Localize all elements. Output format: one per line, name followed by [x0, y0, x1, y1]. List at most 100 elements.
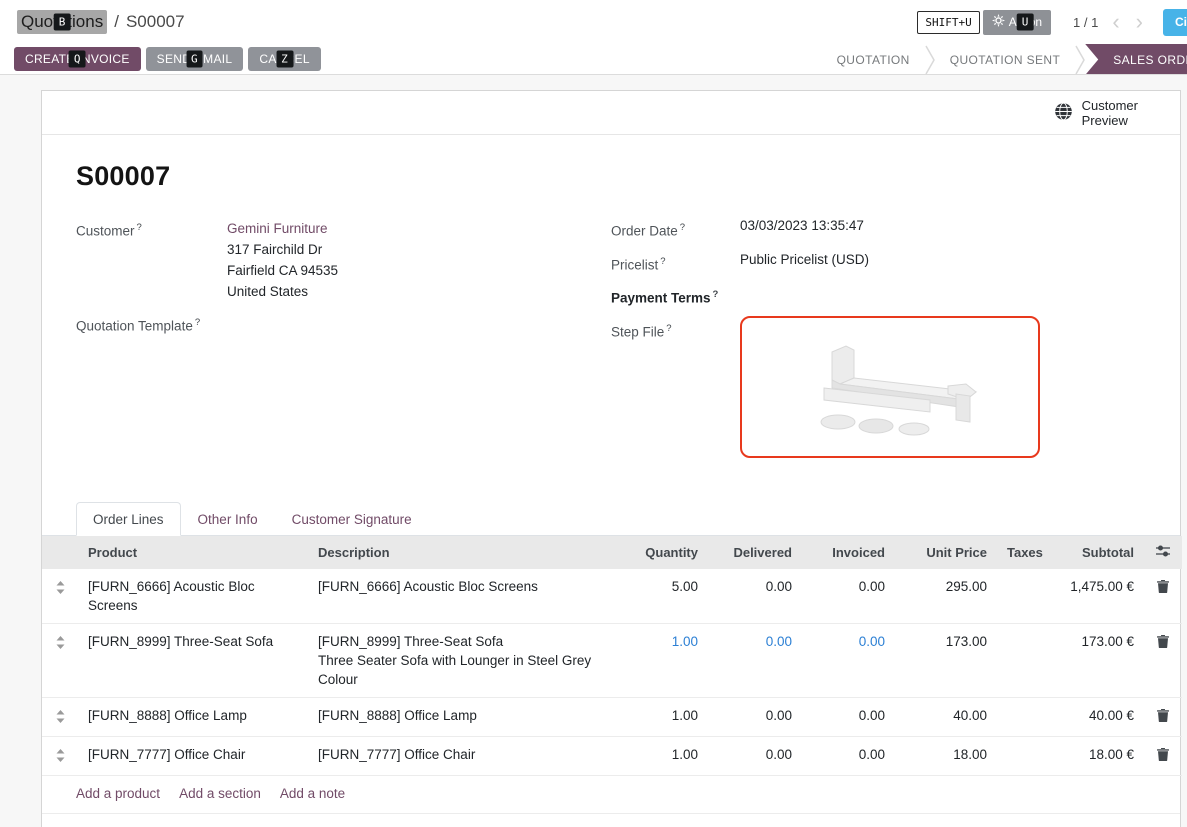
tab-order-lines[interactable]: Order Lines [76, 502, 181, 536]
form-view-container: Customer Preview S00007 Customer? Gemini… [0, 75, 1187, 827]
breadcrumb: Quotations B / S00007 [17, 10, 185, 34]
stage-sales-order[interactable]: SALES ORDER [1085, 44, 1187, 75]
pager-next-button[interactable]: › [1134, 11, 1145, 33]
subtotal-cell: 40.00 € [1039, 697, 1144, 736]
invoiced-cell[interactable]: 0.00 [802, 736, 895, 775]
column-header-unit-price[interactable]: Unit Price [895, 536, 997, 569]
delete-line-button[interactable] [1144, 569, 1182, 624]
chevron-separator-icon [1075, 44, 1085, 75]
field-groups: Customer? Gemini Furniture 317 Fairchild… [76, 218, 1146, 469]
delete-line-button[interactable] [1144, 697, 1182, 736]
column-header-quantity[interactable]: Quantity [618, 536, 708, 569]
description-cell[interactable]: [FURN_6666] Acoustic Bloc Screens [308, 569, 618, 624]
sales-order-sheet: Customer Preview S00007 Customer? Gemini… [41, 90, 1181, 827]
column-header-taxes[interactable]: Taxes [997, 536, 1039, 569]
delivered-cell[interactable]: 0.00 [708, 736, 802, 775]
order-line-row: [FURN_8999] Three-Seat Sofa [FURN_8999] … [42, 623, 1182, 697]
cancel-button[interactable]: CANCEL Z [248, 47, 320, 71]
subtotal-cell: 1,475.00 € [1039, 569, 1144, 624]
address-line: United States [227, 281, 338, 302]
add-a-product-link[interactable]: Add a product [76, 786, 160, 801]
pricelist-value[interactable]: Public Pricelist (USD) [740, 252, 869, 275]
column-header-subtotal[interactable]: Subtotal [1039, 536, 1144, 569]
customer-field: Customer? Gemini Furniture 317 Fairchild… [76, 218, 611, 302]
stage-quotation-sent[interactable]: QUOTATION SENT [935, 44, 1076, 75]
column-header-delivered[interactable]: Delivered [708, 536, 802, 569]
top-navigation-bar: Quotations B / S00007 SHIFT+U Action U 1… [0, 0, 1187, 44]
unit-price-cell[interactable]: 18.00 [895, 736, 997, 775]
trash-icon [1157, 635, 1169, 648]
delete-line-button[interactable] [1144, 623, 1182, 697]
address-line: Fairfield CA 94535 [227, 260, 338, 281]
customer-preview-button[interactable]: Customer Preview [1054, 98, 1138, 128]
delete-line-button[interactable] [1144, 736, 1182, 775]
action-menu-button[interactable]: Action U [983, 10, 1051, 35]
invoiced-cell[interactable]: 0.00 [802, 623, 895, 697]
order-date-value[interactable]: 03/03/2023 13:35:47 [740, 218, 864, 241]
taxes-cell[interactable] [997, 697, 1039, 736]
invoiced-cell[interactable]: 0.00 [802, 569, 895, 624]
taxes-cell[interactable] [997, 736, 1039, 775]
delivered-cell[interactable]: 0.00 [708, 623, 802, 697]
product-cell[interactable]: [FURN_6666] Acoustic Bloc Screens [78, 569, 308, 624]
product-cell[interactable]: [FURN_7777] Office Chair [78, 736, 308, 775]
column-header-handle [42, 536, 78, 569]
taxes-cell[interactable] [997, 569, 1039, 624]
delivered-cell[interactable]: 0.00 [708, 697, 802, 736]
order-date-field: Order Date? 03/03/2023 13:35:47 [611, 218, 1146, 241]
step-file-preview[interactable] [740, 316, 1040, 458]
stage-quotation[interactable]: QUOTATION [822, 44, 925, 75]
order-line-row: [FURN_8888] Office Lamp [FURN_8888] Offi… [42, 697, 1182, 736]
add-a-section-link[interactable]: Add a section [179, 786, 261, 801]
add-a-note-link[interactable]: Add a note [280, 786, 345, 801]
drag-handle[interactable] [42, 569, 78, 624]
step-file-3d-object-image [780, 334, 1000, 439]
notebook-tabs: Order Lines Other Info Customer Signatur… [42, 502, 1180, 536]
gear-icon [992, 14, 1005, 30]
delivered-cell[interactable]: 0.00 [708, 569, 802, 624]
quantity-cell[interactable]: 5.00 [618, 569, 708, 624]
taxes-cell[interactable] [997, 623, 1039, 697]
quantity-cell[interactable]: 1.00 [618, 623, 708, 697]
description-cell[interactable]: [FURN_8999] Three-Seat SofaThree Seater … [308, 623, 618, 697]
product-cell[interactable]: [FURN_8888] Office Lamp [78, 697, 308, 736]
step-file-label: Step File? [611, 319, 740, 458]
subtotal-cell: 173.00 € [1039, 623, 1144, 697]
tab-customer-signature[interactable]: Customer Signature [275, 502, 429, 536]
unit-price-cell[interactable]: 295.00 [895, 569, 997, 624]
unit-price-cell[interactable]: 173.00 [895, 623, 997, 697]
column-sliders-icon [1156, 545, 1170, 557]
pager-previous-button[interactable]: ‹ [1110, 11, 1121, 33]
hotkey-badge-g: G [186, 51, 203, 68]
breadcrumb-quotations[interactable]: Quotations B [17, 10, 107, 34]
product-cell[interactable]: [FURN_8999] Three-Seat Sofa [78, 623, 308, 697]
drag-handle[interactable] [42, 697, 78, 736]
column-header-product[interactable]: Product [78, 536, 308, 569]
clipped-right-button[interactable]: Ci [1163, 9, 1187, 36]
column-header-description[interactable]: Description [308, 536, 618, 569]
customer-link[interactable]: Gemini Furniture [227, 221, 328, 236]
help-question-icon: ? [137, 222, 142, 233]
quantity-cell[interactable]: 1.00 [618, 736, 708, 775]
send-email-button[interactable]: SEND EMAIL G [146, 47, 244, 71]
drag-handle[interactable] [42, 623, 78, 697]
description-cell[interactable]: [FURN_7777] Office Chair [308, 736, 618, 775]
payment-terms-label: Payment Terms? [611, 285, 740, 308]
tab-other-info[interactable]: Other Info [181, 502, 275, 536]
quantity-cell[interactable]: 1.00 [618, 697, 708, 736]
order-lines-table: Product Description Quantity Delivered I… [42, 536, 1182, 776]
toggle-optional-columns-button[interactable] [1144, 536, 1182, 569]
create-invoice-button[interactable]: CREATE INVOICE Q [14, 47, 141, 71]
description-cell[interactable]: [FURN_8888] Office Lamp [308, 697, 618, 736]
help-question-icon: ? [666, 323, 671, 334]
invoiced-cell[interactable]: 0.00 [802, 697, 895, 736]
unit-price-cell[interactable]: 40.00 [895, 697, 997, 736]
step-file-field: Step File? [611, 319, 1146, 458]
pricelist-field: Pricelist? Public Pricelist (USD) [611, 252, 1146, 275]
drag-handle[interactable] [42, 736, 78, 775]
order-date-label: Order Date? [611, 218, 740, 241]
document-title: S00007 [76, 161, 1146, 192]
order-lines-body: [FURN_6666] Acoustic Bloc Screens [FURN_… [42, 569, 1182, 776]
column-header-invoiced[interactable]: Invoiced [802, 536, 895, 569]
customer-preview-label: Customer Preview [1082, 98, 1138, 128]
